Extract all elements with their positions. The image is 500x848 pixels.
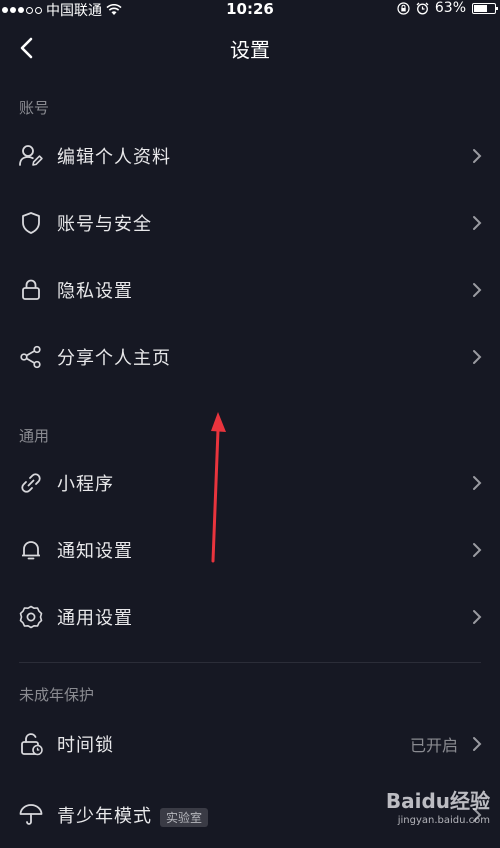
annotation-arrow xyxy=(211,412,226,563)
watermark: Baidu经验 jingyan.baidu.com xyxy=(386,785,490,826)
watermark-logo: Baidu经验 xyxy=(385,789,490,813)
watermark-url: jingyan.baidu.com xyxy=(397,815,490,826)
